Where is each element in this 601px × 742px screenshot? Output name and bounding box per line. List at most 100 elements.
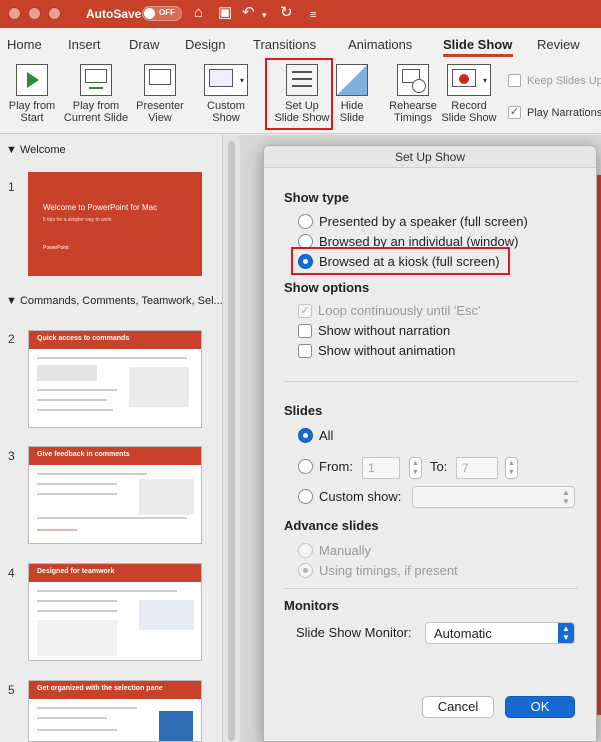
radio-button bbox=[298, 459, 313, 474]
close-window-button[interactable] bbox=[8, 7, 21, 20]
to-slide-stepper[interactable]: ▲ ▼ bbox=[505, 457, 518, 479]
image-placeholder bbox=[37, 365, 97, 381]
text-line bbox=[37, 610, 117, 612]
image-placeholder bbox=[139, 600, 194, 630]
loop-continuously-checkbox[interactable]: ✓ Loop continuously until 'Esc' bbox=[298, 303, 481, 318]
radio-advance-manually[interactable]: Manually bbox=[298, 543, 371, 558]
customize-toolbar-icon[interactable]: ≡ bbox=[310, 6, 316, 24]
rehearse-timings-icon bbox=[397, 64, 429, 96]
from-slide-stepper[interactable]: ▲ ▼ bbox=[409, 457, 422, 479]
slide-header: Get organized with the selection pane bbox=[29, 681, 201, 699]
radio-button bbox=[298, 489, 313, 504]
chevron-updown-icon: ▲ ▼ bbox=[562, 488, 570, 506]
hide-slide-button[interactable]: Hide Slide bbox=[334, 58, 370, 124]
to-slide-field[interactable]: 7 bbox=[456, 457, 498, 479]
slide-show-monitor-label: Slide Show Monitor: bbox=[296, 625, 412, 640]
play-from-current-button[interactable]: Play from Current Slide bbox=[62, 58, 130, 124]
from-slide-field[interactable]: 1 bbox=[362, 457, 400, 479]
keep-slides-updated-checkbox[interactable]: Keep Slides Up bbox=[508, 74, 601, 87]
autosave-toggle[interactable]: OFF bbox=[142, 6, 182, 21]
radio-button-selected-disabled bbox=[298, 563, 313, 578]
tab-animations[interactable]: Animations bbox=[348, 37, 412, 52]
title-bar: AutoSave OFF ⌂ ▣ ↶ ▾ ↻ ≡ bbox=[0, 0, 601, 28]
slide-header: Give feedback in comments bbox=[29, 447, 201, 465]
text-line bbox=[37, 517, 187, 519]
undo-dropdown-icon[interactable]: ▾ bbox=[262, 6, 267, 24]
radio-button bbox=[298, 214, 313, 229]
redo-icon[interactable]: ↻ bbox=[280, 4, 293, 22]
play-from-current-icon bbox=[80, 64, 112, 96]
slide-number: 4 bbox=[8, 566, 15, 580]
toggle-knob bbox=[144, 8, 155, 19]
slide-header: Designed for teamwork bbox=[29, 564, 201, 582]
custom-show-button[interactable]: ▾ Custom Show bbox=[198, 58, 254, 124]
divider bbox=[284, 381, 578, 382]
text-line bbox=[37, 389, 117, 391]
slide-number: 2 bbox=[8, 332, 15, 346]
slide-thumbnail-1[interactable]: Welcome to PowerPoint for Mac 5 tips for… bbox=[28, 172, 202, 276]
tab-review[interactable]: Review bbox=[537, 37, 580, 52]
home-icon[interactable]: ⌂ bbox=[194, 4, 203, 22]
to-label: To: bbox=[430, 459, 448, 474]
radio-presented-by-speaker[interactable]: Presented by a speaker (full screen) bbox=[298, 214, 528, 229]
active-tab-indicator bbox=[443, 54, 513, 57]
tab-draw[interactable]: Draw bbox=[129, 37, 159, 52]
checkbox-checked: ✓ bbox=[508, 106, 521, 119]
set-up-show-dialog: Set Up Show Show type Presented by a spe… bbox=[263, 145, 597, 742]
tab-home[interactable]: Home bbox=[7, 37, 42, 52]
checkbox-checked-disabled: ✓ bbox=[298, 303, 312, 318]
ok-button[interactable]: OK bbox=[505, 696, 575, 718]
checkbox-box bbox=[508, 74, 521, 87]
setup-show-highlight bbox=[265, 58, 333, 130]
minimize-window-button[interactable] bbox=[28, 7, 41, 20]
text-line bbox=[37, 529, 77, 531]
slide-thumbnail-2[interactable]: Quick access to commands bbox=[28, 330, 202, 428]
tab-design[interactable]: Design bbox=[185, 37, 225, 52]
play-from-start-button[interactable]: Play from Start bbox=[4, 58, 60, 124]
slide-show-monitor-select[interactable]: Automatic ▲ ▼ bbox=[425, 622, 575, 644]
tab-transitions[interactable]: Transitions bbox=[253, 37, 316, 52]
play-narrations-checkbox[interactable]: ✓ Play Narrations bbox=[508, 106, 601, 119]
kiosk-option-highlight bbox=[291, 247, 510, 275]
slide-background bbox=[31, 175, 199, 273]
text-line bbox=[37, 483, 117, 485]
cancel-button[interactable]: Cancel bbox=[422, 696, 494, 718]
image-placeholder bbox=[159, 711, 193, 741]
slide-thumbnail-5[interactable]: Get organized with the selection pane bbox=[28, 680, 202, 742]
radio-all-slides[interactable]: All bbox=[298, 428, 333, 443]
tab-insert[interactable]: Insert bbox=[68, 37, 101, 52]
zoom-window-button[interactable] bbox=[48, 7, 61, 20]
presenter-view-icon bbox=[144, 64, 176, 96]
undo-icon[interactable]: ↶ bbox=[242, 4, 255, 22]
section-header-commands[interactable]: ▼ Commands, Comments, Teamwork, Sel... bbox=[6, 295, 223, 307]
monitors-heading: Monitors bbox=[284, 598, 339, 613]
autosave-label: AutoSave bbox=[86, 7, 142, 21]
show-without-narration-checkbox[interactable]: Show without narration bbox=[298, 323, 450, 338]
radio-from-slides[interactable]: From: bbox=[298, 459, 353, 474]
slide-thumbnail-3[interactable]: Give feedback in comments bbox=[28, 446, 202, 544]
presenter-view-button[interactable]: Presenter View bbox=[132, 58, 188, 124]
slide-thumbnail-4[interactable]: Designed for teamwork bbox=[28, 563, 202, 661]
radio-custom-show[interactable]: Custom show: bbox=[298, 489, 401, 504]
image-placeholder bbox=[37, 620, 117, 656]
save-icon[interactable]: ▣ bbox=[218, 4, 232, 22]
text-line bbox=[37, 600, 117, 602]
show-without-animation-checkbox[interactable]: Show without animation bbox=[298, 343, 455, 358]
section-header-welcome[interactable]: ▼ Welcome bbox=[6, 144, 66, 156]
record-slide-show-button[interactable]: ▾ Record Slide Show bbox=[440, 58, 498, 124]
text-line bbox=[37, 493, 117, 495]
slide-number: 3 bbox=[8, 449, 15, 463]
slide-pane-scrollbar[interactable] bbox=[222, 135, 240, 742]
advance-slides-heading: Advance slides bbox=[284, 518, 379, 533]
text-line bbox=[37, 729, 117, 731]
scrollbar-thumb[interactable] bbox=[228, 141, 235, 741]
radio-button-selected bbox=[298, 428, 313, 443]
custom-show-select[interactable]: ▲ ▼ bbox=[412, 486, 575, 508]
rehearse-timings-button[interactable]: Rehearse Timings bbox=[386, 58, 440, 124]
custom-show-icon: ▾ bbox=[204, 64, 248, 96]
tab-slide-show[interactable]: Slide Show bbox=[443, 37, 512, 52]
text-line bbox=[37, 409, 113, 411]
radio-advance-timings[interactable]: Using timings, if present bbox=[298, 563, 458, 578]
slide-number: 1 bbox=[8, 180, 15, 194]
radio-button-disabled bbox=[298, 543, 313, 558]
